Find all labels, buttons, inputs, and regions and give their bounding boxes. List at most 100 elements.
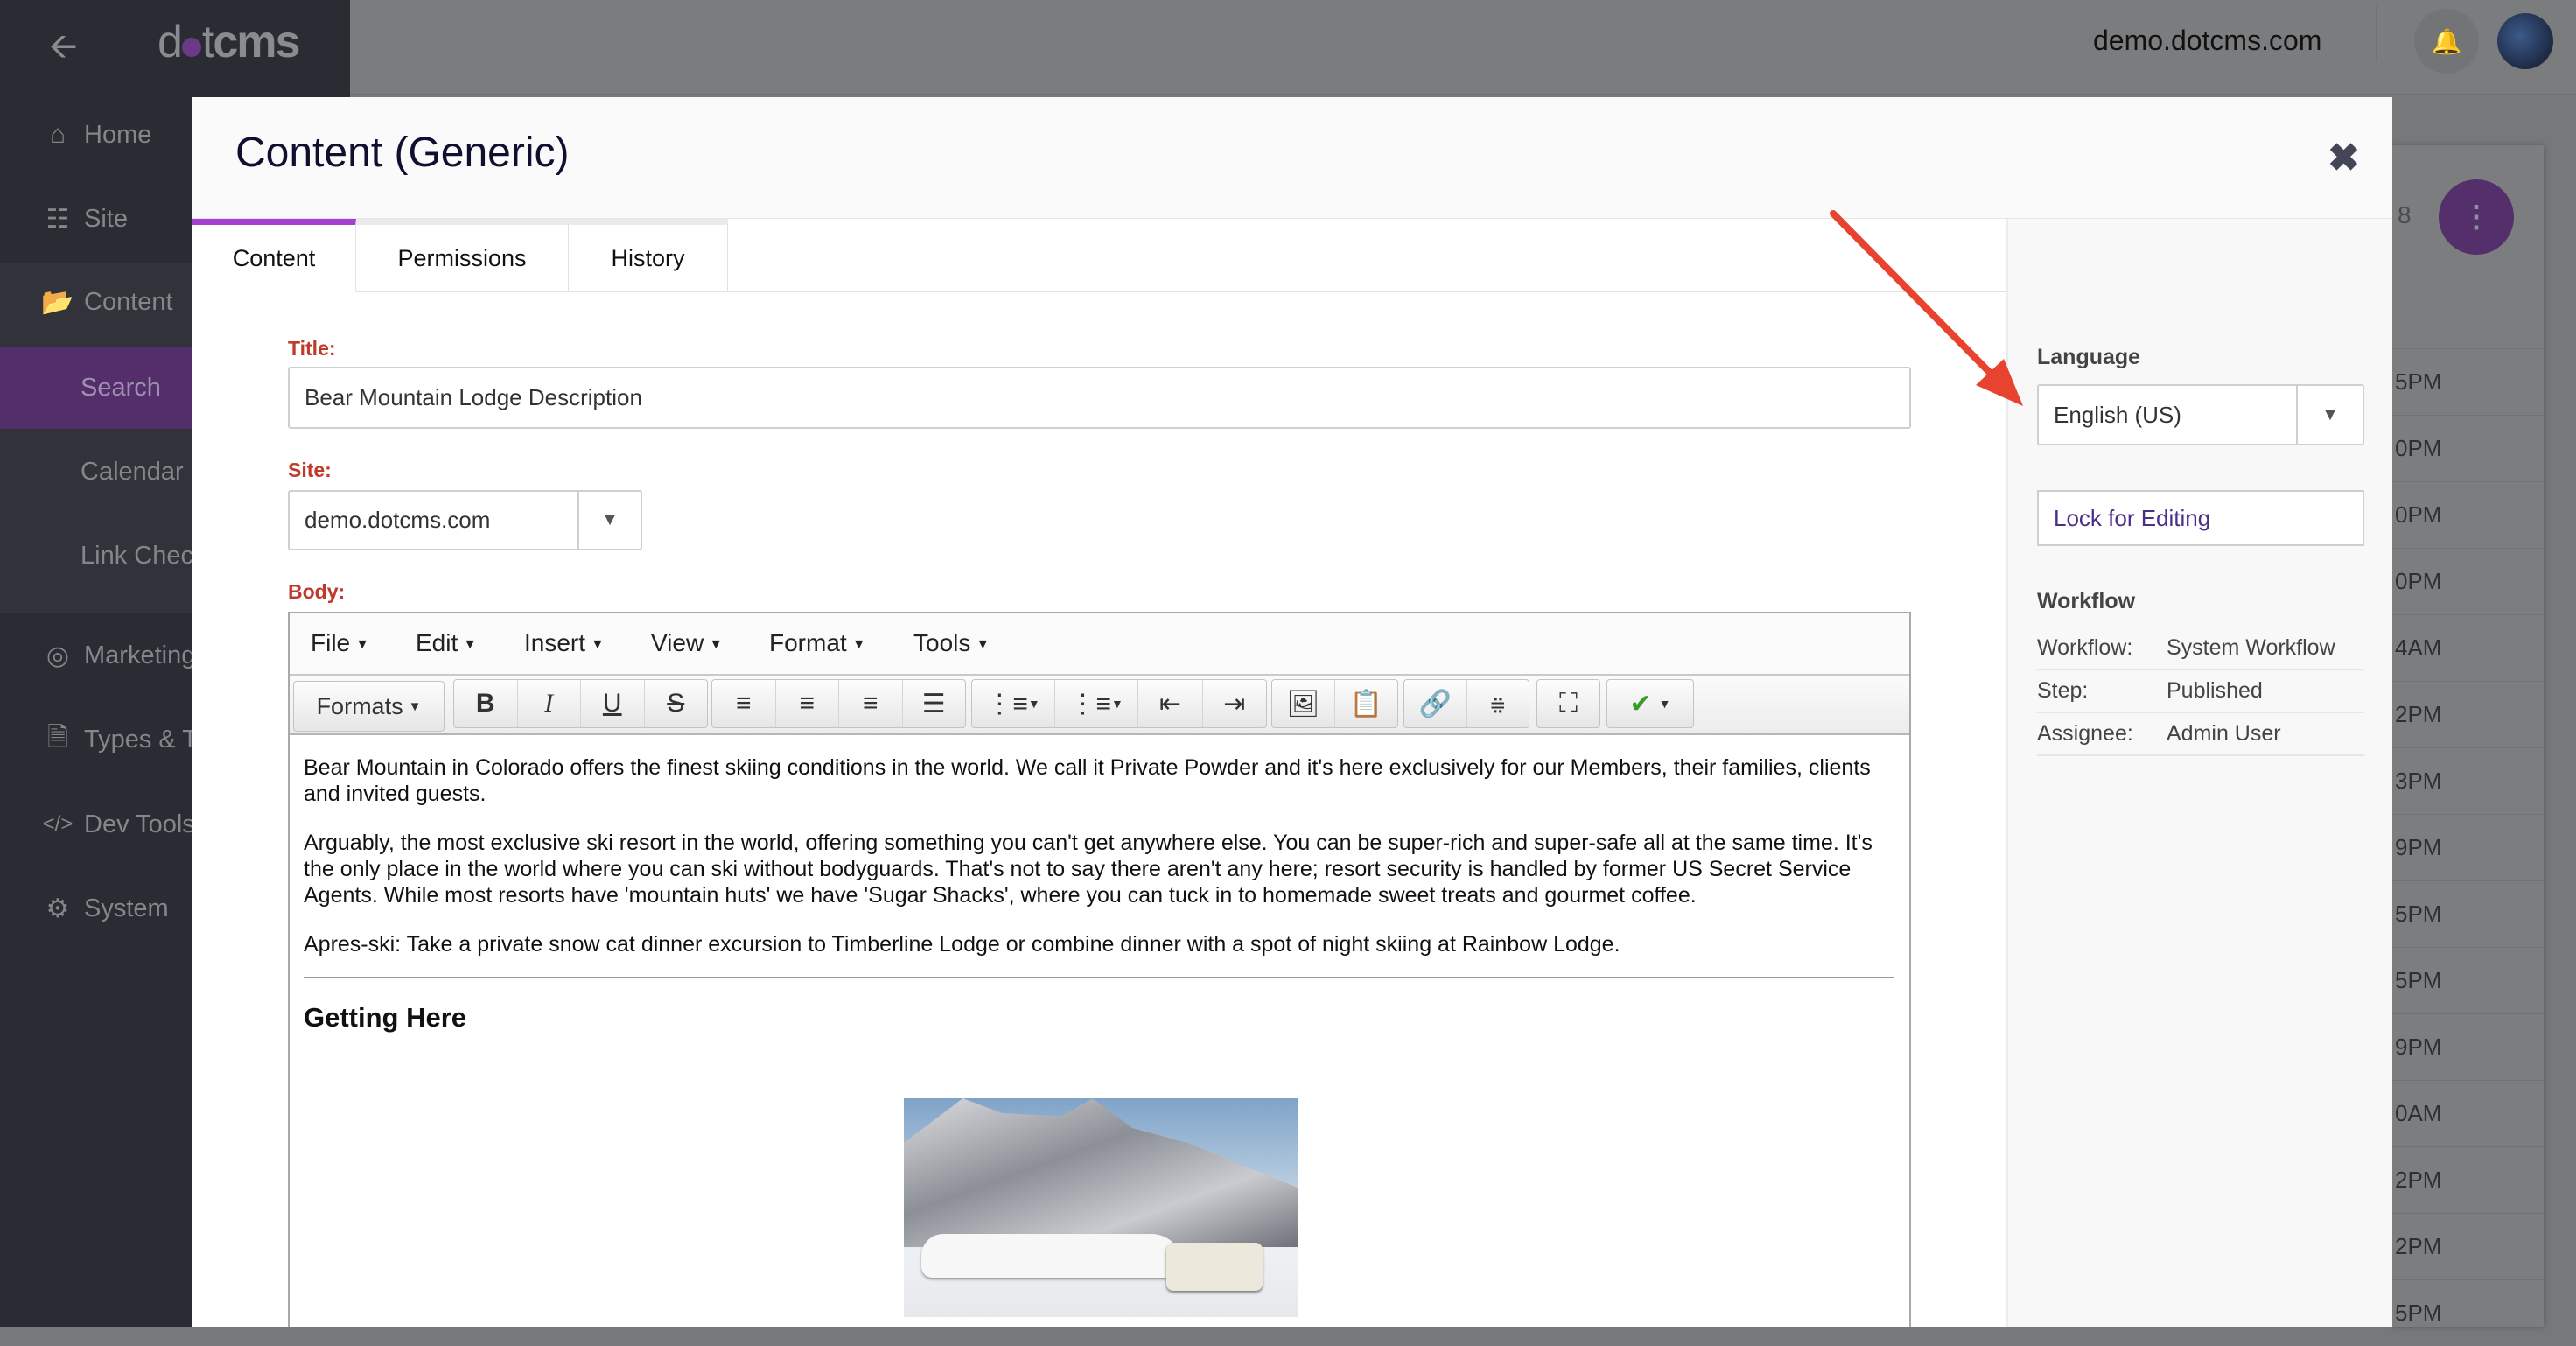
notifications-button[interactable]: 🔔: [2414, 9, 2479, 74]
bold-icon[interactable]: B: [454, 680, 518, 727]
background-content-list: 5PM 0PM 0PM 0PM 4AM 2PM 3PM 9PM 5PM 5PM 9PM 0AM 2PM 2…: [2392, 145, 2544, 1327]
back-button[interactable]: 🡨: [49, 21, 77, 81]
bell-icon: 🔔: [2431, 27, 2462, 55]
divider: [2376, 5, 2377, 61]
site-selector[interactable]: demo.dotcms.com: [2093, 25, 2321, 57]
italic-icon[interactable]: I: [518, 680, 581, 727]
menu-insert[interactable]: Insert ▼: [524, 629, 605, 657]
content-edit-dialog: Content (Generic) ✖ Content Permissions …: [192, 97, 2392, 1327]
site-label: Site:: [288, 459, 332, 481]
link-icon[interactable]: 🔗: [1404, 680, 1467, 727]
menu-format[interactable]: Format ▼: [769, 629, 866, 657]
target-icon: ◎: [46, 641, 70, 670]
image-icon[interactable]: 🖼: [1272, 680, 1335, 727]
language-value: English (US): [2054, 401, 2181, 428]
section-heading: Getting Here: [304, 1002, 467, 1033]
checkmark-icon: ✔ ▼: [1629, 689, 1671, 719]
sidebar-item-label: Home: [84, 120, 152, 149]
step-row: Step: Published: [2037, 670, 2364, 713]
align-right-icon[interactable]: ≡: [839, 680, 903, 727]
paragraph: Arguably, the most exclusive ski resort …: [304, 831, 1872, 908]
workflow-row: Workflow: System Workflow: [2037, 627, 2364, 670]
home-icon: ⌂: [49, 120, 66, 149]
sitemap-icon: ☷: [46, 204, 70, 234]
chevron-down-icon[interactable]: ▼: [2296, 386, 2362, 444]
chevron-down-icon[interactable]: ▼: [578, 492, 640, 549]
dotcms-logo: d tcms: [158, 17, 300, 67]
actions-menu-button[interactable]: ⋮: [2439, 179, 2514, 255]
folder-open-icon: 📂: [41, 287, 74, 317]
sidebar-item-label: Search: [80, 373, 161, 402]
background-row: 5PM: [2392, 348, 2544, 415]
sidebar-item-label: System: [84, 894, 169, 922]
numbered-list-icon[interactable]: ⋮≡ ▼: [1055, 680, 1139, 727]
horizontal-rule: [304, 977, 1894, 978]
paragraph: Apres-ski: Take a private snow cat dinne…: [304, 932, 1620, 957]
align-left-icon[interactable]: ≡: [712, 680, 776, 727]
title-value: Bear Mountain Lodge Description: [304, 384, 642, 410]
align-center-icon[interactable]: ≡: [776, 680, 839, 727]
dialog-title: Content (Generic): [235, 130, 570, 176]
link-group: 🔗 ⩷: [1404, 679, 1530, 728]
user-avatar[interactable]: [2497, 13, 2553, 69]
menu-file[interactable]: File ▼: [311, 629, 369, 657]
sidebar-item-label: Types & Ta: [84, 725, 209, 754]
tab-permissions[interactable]: Permissions: [356, 219, 569, 292]
workflow-heading: Workflow: [2037, 589, 2136, 613]
editor-content[interactable]: Bear Mountain in Colorado offers the fin…: [290, 735, 1909, 1327]
lock-label: Lock for Editing: [2054, 504, 2211, 531]
language-label: Language: [2037, 345, 2141, 369]
strikethrough-icon[interactable]: S: [645, 680, 708, 727]
airport-photo: [904, 1098, 1298, 1317]
align-group: ≡ ≡ ≡ ☰: [711, 679, 966, 728]
language-select[interactable]: English (US) ▼: [2037, 384, 2364, 445]
file-icon: 🗎: [46, 722, 69, 752]
title-label: Title:: [288, 337, 336, 360]
gear-icon: ⚙: [46, 894, 70, 923]
code-icon: </>: [42, 812, 74, 836]
background-row: 0AM: [2392, 1080, 2544, 1146]
dialog-header: Content (Generic) ✖: [192, 97, 2392, 219]
spellcheck-button[interactable]: ✔ ▼: [1606, 679, 1694, 728]
site-value: demo.dotcms.com: [304, 507, 491, 533]
background-row: 2PM: [2392, 1146, 2544, 1213]
tab-content[interactable]: Content: [192, 219, 356, 292]
tab-label: Content: [232, 244, 316, 271]
fullscreen-button[interactable]: ⛶: [1536, 679, 1600, 728]
lock-for-editing-button[interactable]: Lock for Editing: [2037, 490, 2364, 546]
underline-icon[interactable]: U: [581, 680, 645, 727]
assignee-row: Assignee: Admin User: [2037, 713, 2364, 756]
paragraph: Bear Mountain in Colorado offers the fin…: [304, 755, 1871, 806]
background-row: 0PM: [2392, 415, 2544, 481]
bullet-list-icon[interactable]: ⋮≡ ▼: [972, 680, 1056, 727]
menu-view[interactable]: View ▼: [651, 629, 723, 657]
background-row: 3PM: [2392, 747, 2544, 814]
title-input[interactable]: Bear Mountain Lodge Description: [288, 367, 1911, 429]
background-row: 9PM: [2392, 1013, 2544, 1080]
content-sidebar: Language English (US) ▼ Lock for Editing …: [2006, 219, 2392, 1327]
close-icon: ✖: [2328, 137, 2360, 179]
menu-edit[interactable]: Edit ▼: [416, 629, 477, 657]
site-select[interactable]: demo.dotcms.com ▼: [288, 490, 642, 550]
fullscreen-icon: ⛶: [1559, 689, 1578, 718]
paste-icon[interactable]: 📋: [1335, 680, 1397, 727]
indent-icon[interactable]: ⇥: [1203, 680, 1266, 727]
outdent-icon[interactable]: ⇤: [1138, 680, 1203, 727]
arrow-left-icon: 🡨: [49, 27, 78, 66]
more-vertical-icon: ⋮: [2461, 200, 2491, 234]
media-group: 🖼 📋: [1271, 679, 1398, 728]
close-button[interactable]: ✖: [2328, 136, 2360, 180]
unlink-icon[interactable]: ⩷: [1467, 680, 1530, 727]
background-row: 5PM: [2392, 880, 2544, 947]
menu-tools[interactable]: Tools ▼: [914, 629, 990, 657]
background-row: 9PM: [2392, 814, 2544, 880]
tab-history[interactable]: History: [569, 219, 728, 292]
sidebar-item-label: Dev Tools: [84, 810, 195, 838]
editor-toolbar: Formats ▼ B I U S ≡ ≡ ≡ ☰ ⋮≡ ▼ ⋮≡ ▼ ⇤ ⇥ 🖼: [290, 676, 1909, 735]
rich-text-editor: File ▼ Edit ▼ Insert ▼ View ▼ Format ▼ Tools ▼…: [288, 612, 1911, 1327]
body-label: Body:: [288, 580, 346, 603]
list-group: ⋮≡ ▼ ⋮≡ ▼ ⇤ ⇥: [971, 679, 1267, 728]
background-row: 2PM: [2392, 1213, 2544, 1279]
formats-dropdown[interactable]: Formats ▼: [293, 681, 444, 732]
align-justify-icon[interactable]: ☰: [903, 680, 966, 727]
